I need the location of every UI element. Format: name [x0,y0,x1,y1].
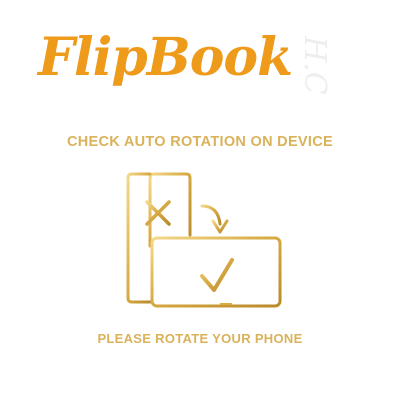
logo-area: FlipBook H.C [0,24,400,114]
flipbook-logo: FlipBook [38,27,293,88]
watermark: H.C [297,36,332,95]
auto-rotation-message: CHECK AUTO ROTATION ON DEVICE [67,134,333,150]
rotate-arrow-icon [200,204,229,234]
rotate-phone-illustration [126,172,282,308]
rotate-device-screen: FlipBook H.C CHECK AUTO ROTATION ON DEVI… [0,0,400,400]
rotate-phone-message: PLEASE ROTATE YOUR PHONE [97,331,303,346]
landscape-phone-icon [150,236,282,308]
